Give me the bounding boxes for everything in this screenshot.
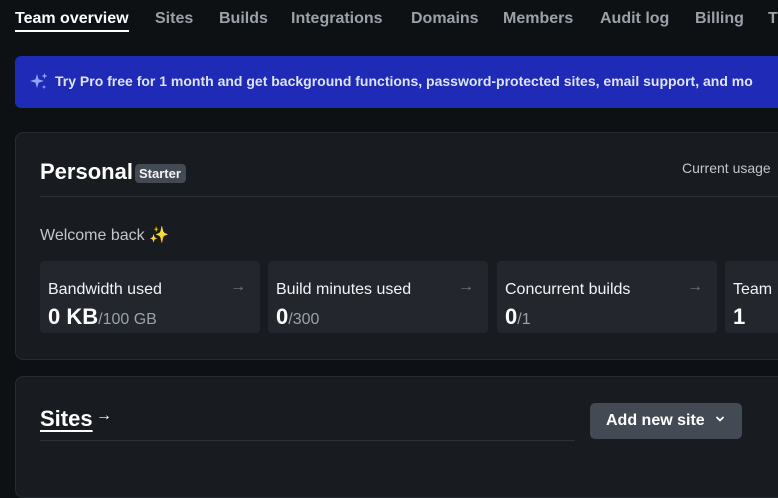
usage-tile-bandwidth[interactable]: Bandwidth used → 0 KB/100 GB xyxy=(40,261,260,333)
usage-value: 0 xyxy=(276,304,289,329)
tab-domains[interactable]: Domains xyxy=(411,10,479,28)
banner-text: Try Pro free for 1 month and get backgro… xyxy=(55,73,753,89)
usage-value: 0 KB xyxy=(48,304,99,329)
tile-label: Team xyxy=(733,281,773,298)
team-overview-card: Personal Starter Current usage Welcome b… xyxy=(15,132,778,360)
chevron-down-icon xyxy=(716,416,724,422)
usage-limit: /1 xyxy=(517,311,531,328)
usage-tile-concurrent-builds[interactable]: Concurrent builds → 0/1 xyxy=(497,261,717,333)
tab-integrations[interactable]: Integrations xyxy=(291,10,383,28)
tile-value: 0/1 xyxy=(505,304,531,330)
team-name: Personal xyxy=(40,159,133,184)
usage-value: 0 xyxy=(505,304,518,329)
divider xyxy=(40,196,778,197)
current-usage-label: Current usage xyxy=(682,160,771,176)
tile-label: Build minutes used xyxy=(276,281,412,298)
sites-card: Sites → Add new site xyxy=(15,376,778,498)
welcome-message: Welcome back ✨ xyxy=(40,227,169,244)
add-new-site-button[interactable]: Add new site xyxy=(590,403,742,439)
tab-billing[interactable]: Billing xyxy=(695,10,744,28)
divider xyxy=(40,440,575,441)
usage-limit: /100 GB xyxy=(98,311,157,328)
tile-value: 0/300 xyxy=(276,304,319,330)
tile-value: 1 xyxy=(733,304,745,330)
tab-sites[interactable]: Sites xyxy=(155,10,193,28)
pro-trial-banner[interactable]: Try Pro free for 1 month and get backgro… xyxy=(15,56,778,108)
tile-value: 0 KB/100 GB xyxy=(48,304,157,330)
usage-value: 1 xyxy=(733,304,746,329)
tab-team-overview[interactable]: Team overview xyxy=(15,10,129,32)
usage-tile-build-minutes[interactable]: Build minutes used → 0/300 xyxy=(268,261,488,333)
tab-audit-log[interactable]: Audit log xyxy=(600,10,669,28)
add-new-site-label: Add new site xyxy=(606,412,705,429)
usage-limit: /300 xyxy=(288,311,320,328)
arrow-right-icon: → xyxy=(458,278,474,295)
tile-label: Concurrent builds xyxy=(505,281,631,298)
arrow-right-icon: → xyxy=(230,278,246,295)
team-nav: Team overview Sites Builds Integrations … xyxy=(0,0,778,40)
tab-builds[interactable]: Builds xyxy=(219,10,268,28)
tab-members[interactable]: Members xyxy=(503,10,573,28)
arrow-right-icon: → xyxy=(687,278,703,295)
sites-heading-link[interactable]: Sites xyxy=(40,406,93,432)
plan-badge: Starter xyxy=(135,164,186,183)
tile-label: Bandwidth used xyxy=(48,281,162,298)
usage-tile-team-members[interactable]: Team 1 xyxy=(725,261,778,333)
sparkles-icon xyxy=(29,72,49,92)
arrow-right-icon: → xyxy=(96,407,112,424)
tab-team-settings[interactable]: T xyxy=(768,10,778,28)
